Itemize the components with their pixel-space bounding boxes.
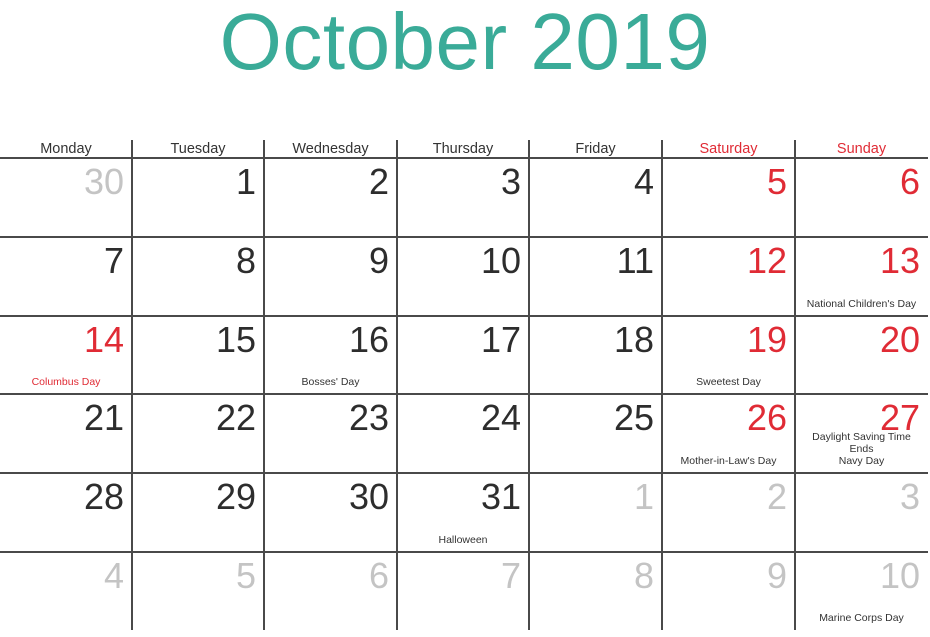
weekday-header-wednesday: Wednesday [292,141,369,157]
day-number: 7 [500,555,521,596]
day-number: 5 [766,161,787,202]
day-number: 10 [480,240,521,281]
event-label: Daylight Saving Time Ends Navy Day [812,431,911,467]
day-cell[interactable]: 6 [795,158,928,237]
day-cell-outside-month[interactable]: 10 Marine Corps Day [795,552,928,630]
day-cell[interactable]: 28 [0,473,132,552]
day-cell[interactable]: 16 Bosses' Day [264,316,397,394]
day-cell[interactable]: 30 [264,473,397,552]
day-cell[interactable]: 17 [397,316,529,394]
day-cell[interactable]: 24 [397,394,529,473]
weekday-header-thursday: Thursday [432,141,494,157]
day-cell[interactable]: 9 [264,237,397,316]
calendar-grid: Monday Tuesday Wednesday Thursday Friday Satu… [0,0,930,637]
day-number: 10 [879,555,920,596]
event-label: Marine Corps Day [819,612,904,624]
day-cell[interactable]: 10 [397,237,529,316]
weekday-header-sunday: Sunday [836,141,887,157]
day-cell[interactable]: 20 [795,316,928,394]
day-number: 25 [613,397,654,438]
day-number: 30 [348,476,389,517]
day-cell[interactable]: 7 [0,237,132,316]
event-label: National Children's Day [806,298,917,310]
day-cell-outside-month[interactable]: 9 [662,552,795,630]
day-number: 18 [613,319,654,360]
day-cell[interactable]: 19 Sweetest Day [662,316,795,394]
day-number: 29 [215,476,256,517]
day-cell-outside-month[interactable]: 6 [264,552,397,630]
day-number: 4 [633,161,654,202]
event-label: Mother-in-Law's Day [680,455,777,467]
day-cell[interactable]: 5 [662,158,795,237]
day-number: 9 [766,555,787,596]
day-cell[interactable]: 22 [132,394,264,473]
day-cell[interactable]: 14 Columbus Day [0,316,132,394]
day-number: 23 [348,397,389,438]
day-cell[interactable]: 4 [529,158,662,237]
day-number: 5 [235,555,256,596]
day-cell-outside-month[interactable]: 1 [529,473,662,552]
day-number: 2 [766,476,787,517]
day-cell[interactable]: 31 Halloween [397,473,529,552]
day-cell[interactable]: 29 [132,473,264,552]
day-cell[interactable]: 23 [264,394,397,473]
day-number: 6 [899,161,920,202]
day-cell[interactable]: 26 Mother-in-Law's Day [662,394,795,473]
day-cell[interactable]: 2 [264,158,397,237]
day-number: 21 [83,397,124,438]
day-cell[interactable]: 8 [132,237,264,316]
day-cell[interactable]: 12 [662,237,795,316]
day-cell-outside-month[interactable]: 30 [0,158,132,237]
day-number: 12 [746,240,787,281]
day-number: 9 [368,240,389,281]
day-number: 15 [215,319,256,360]
weekday-header-monday: Monday [40,141,92,157]
day-cell-outside-month[interactable]: 5 [132,552,264,630]
weekday-header-tuesday: Tuesday [170,141,226,157]
day-cell-outside-month[interactable]: 2 [662,473,795,552]
day-number: 6 [368,555,389,596]
day-cell-outside-month[interactable]: 3 [795,473,928,552]
day-cell[interactable]: 27 Daylight Saving Time Ends Navy Day [795,394,928,473]
day-number: 16 [348,319,389,360]
day-number: 7 [103,240,124,281]
day-cell[interactable]: 15 [132,316,264,394]
event-label: Columbus Day [31,376,101,388]
day-number: 2 [368,161,389,202]
event-label: Sweetest Day [696,376,761,388]
day-cell-outside-month[interactable]: 8 [529,552,662,630]
day-number: 31 [480,476,521,517]
day-number: 11 [616,240,654,281]
day-cell[interactable]: 21 [0,394,132,473]
weekday-header-friday: Friday [575,141,616,157]
day-number: 20 [879,319,920,360]
day-cell[interactable]: 18 [529,316,662,394]
day-number: 3 [500,161,521,202]
day-cell[interactable]: 3 [397,158,529,237]
day-number: 28 [83,476,124,517]
day-number: 1 [633,476,654,517]
event-label: Halloween [438,534,488,546]
day-number: 30 [83,161,124,202]
day-cell[interactable]: 25 [529,394,662,473]
day-cell-outside-month[interactable]: 7 [397,552,529,630]
day-cell[interactable]: 11 [529,237,662,316]
day-number: 22 [215,397,256,438]
day-number: 24 [480,397,521,438]
day-cell-outside-month[interactable]: 4 [0,552,132,630]
day-number: 17 [480,319,521,360]
day-number: 3 [899,476,920,517]
weekday-header-saturday: Saturday [699,141,758,157]
day-cell[interactable]: 13 National Children's Day [795,237,928,316]
day-number: 4 [103,555,124,596]
day-number: 8 [235,240,256,281]
day-number: 13 [879,240,920,281]
day-number: 8 [633,555,654,596]
day-number: 14 [83,319,124,360]
event-label: Bosses' Day [301,376,360,388]
day-cell[interactable]: 1 [132,158,264,237]
day-number: 1 [235,161,256,202]
day-number: 26 [746,397,787,438]
day-number: 19 [746,319,787,360]
